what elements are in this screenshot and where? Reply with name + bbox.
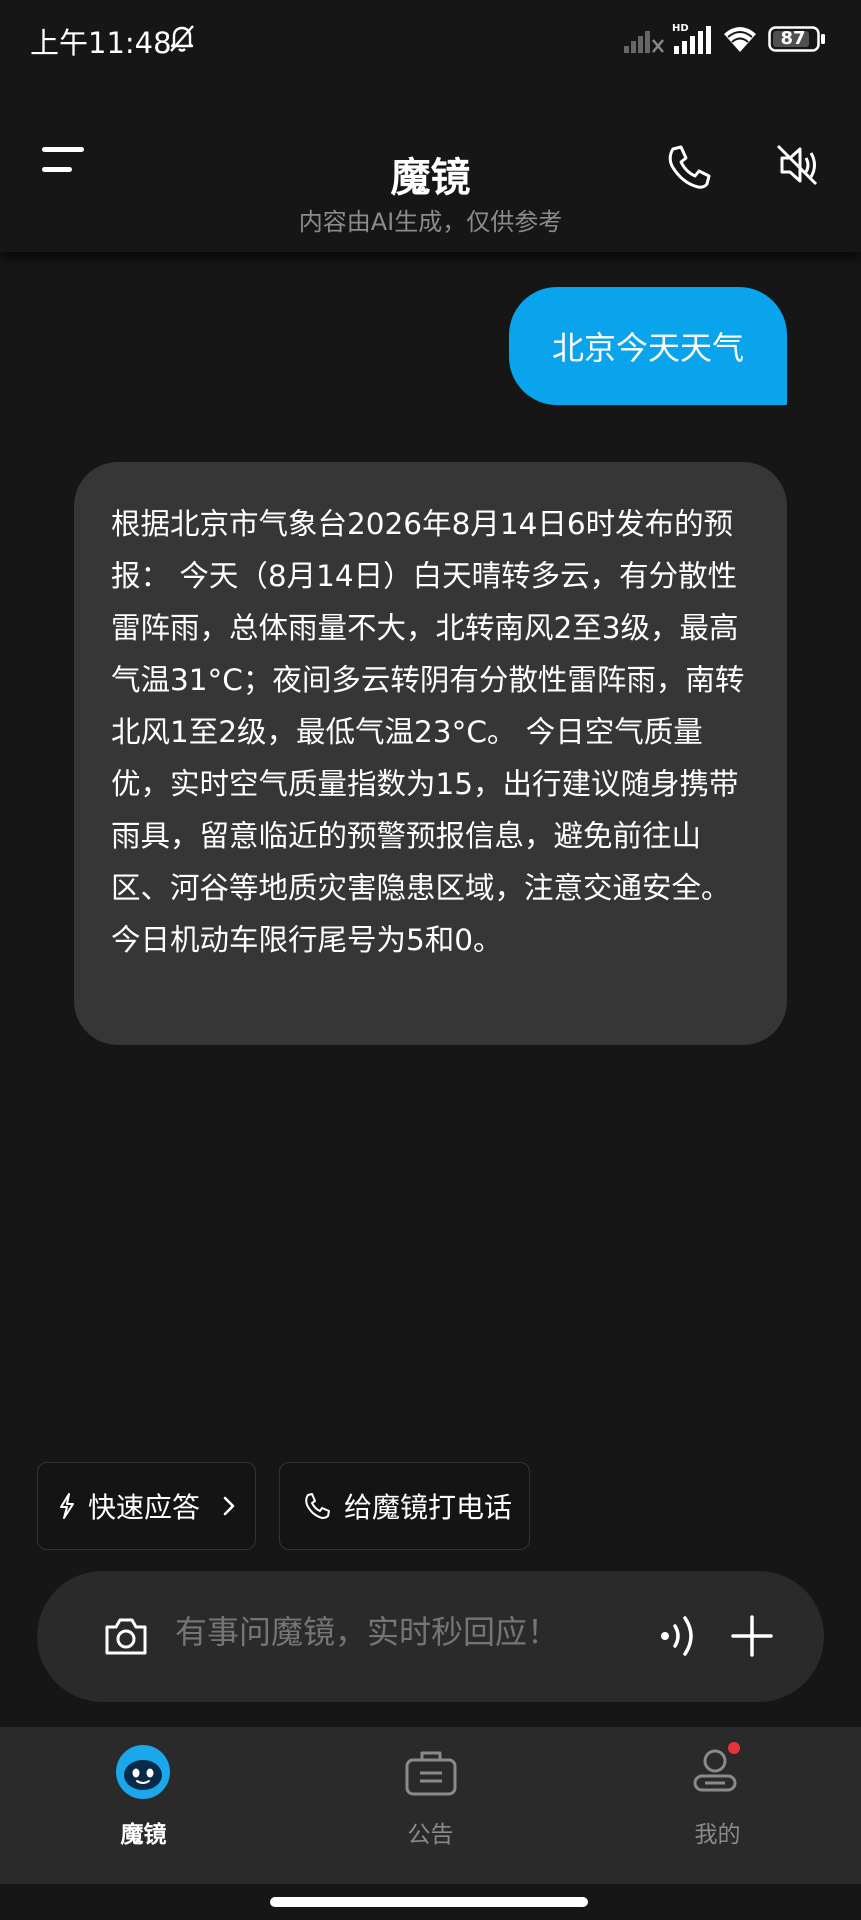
call-mirror-button[interactable]: 给魔镜打电话	[279, 1462, 530, 1550]
svg-text:HD: HD	[672, 23, 689, 34]
page-subtitle: 内容由AI生成，仅供参考	[298, 208, 563, 236]
nav-label-mirror: 魔镜	[120, 1822, 167, 1848]
app-header: 魔镜 内容由AI生成，仅供参考	[0, 80, 861, 252]
bot-message-bubble: 根据北京市气象台2026年8月14日6时发布的预报： 今天（8月14日）白天晴转…	[74, 462, 787, 1045]
briefcase-icon	[405, 1751, 457, 1796]
notification-badge	[728, 1742, 740, 1754]
phone-icon[interactable]	[664, 142, 714, 192]
home-indicator[interactable]	[270, 1897, 588, 1907]
camera-icon[interactable]	[103, 1615, 149, 1657]
signal-icon	[624, 31, 664, 53]
nav-item-notice[interactable]: 公告	[287, 1727, 574, 1884]
status-bar: 上午11:48 HD 87	[0, 0, 861, 80]
message-input[interactable]	[175, 1613, 595, 1651]
quick-reply-label: 快速应答	[88, 1491, 201, 1524]
wifi-icon	[724, 27, 756, 52]
message-input-bar	[37, 1571, 824, 1702]
battery-icon: 87	[768, 25, 826, 53]
bell-mute-icon	[170, 25, 194, 52]
user-icon	[693, 1742, 740, 1792]
nav-item-mirror[interactable]: 魔镜	[0, 1727, 287, 1884]
phone-small-icon	[305, 1493, 330, 1519]
hd-signal-icon: HD	[672, 23, 711, 54]
plus-icon[interactable]	[729, 1613, 775, 1659]
bottom-nav: 魔镜 公告 我的	[0, 1727, 861, 1884]
chevron-right-icon	[223, 1496, 235, 1516]
status-time: 上午11:48	[30, 26, 172, 60]
battery-level: 87	[780, 28, 806, 49]
voice-wave-icon[interactable]	[657, 1611, 699, 1661]
robot-avatar-icon	[116, 1745, 170, 1799]
nav-label-notice: 公告	[407, 1822, 454, 1848]
lightning-icon	[60, 1493, 74, 1519]
call-mirror-label: 给魔镜打电话	[344, 1491, 513, 1524]
quick-reply-button[interactable]: 快速应答	[37, 1462, 256, 1550]
nav-item-me[interactable]: 我的	[574, 1727, 861, 1884]
nav-label-me: 我的	[694, 1822, 741, 1848]
speaker-mute-icon[interactable]	[774, 142, 820, 188]
page-title: 魔镜	[390, 155, 471, 201]
user-message-bubble: 北京今天天气	[509, 287, 787, 405]
